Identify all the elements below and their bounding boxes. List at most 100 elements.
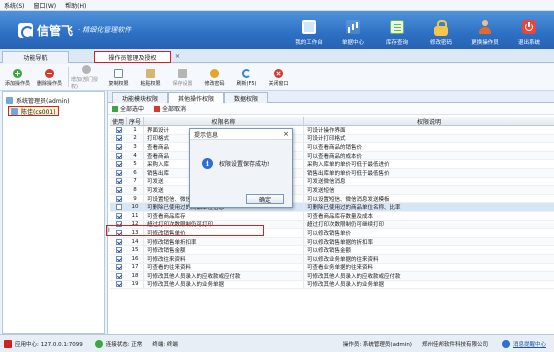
table-row[interactable]: 2 打印格式 可设计打印格式 — [110, 134, 554, 144]
table-row[interactable]: 9 可设置短信、微信消息发送模板 可以设置短信、微信消息发送模板 — [110, 194, 554, 204]
use-checkbox[interactable] — [115, 195, 122, 202]
use-cell[interactable] — [110, 143, 127, 151]
column-header[interactable]: 序号 — [127, 117, 144, 126]
use-checkbox[interactable] — [115, 264, 122, 271]
table-row[interactable]: 4 查看商品 可以查看商品的成本价 — [110, 151, 554, 161]
ok-button[interactable]: 确定 — [246, 194, 284, 204]
brand-name: 信管飞 — [37, 23, 74, 38]
use-checkbox[interactable] — [115, 186, 122, 193]
close-window-button[interactable]: 关闭窗口 — [263, 64, 294, 91]
nav-change-password[interactable]: 修改密码 — [419, 11, 463, 49]
use-checkbox[interactable] — [115, 272, 122, 279]
nav-bill-center[interactable]: 单据中心 — [331, 11, 375, 49]
use-checkbox[interactable] — [115, 178, 122, 185]
tree-item-chenjia[interactable]: 陈佳(cs001) — [8, 106, 59, 116]
table-row[interactable]: 16 可修改往来资料 可以修改业务单据的往来资料 — [110, 254, 554, 264]
refresh-button[interactable]: 刷新(F5) — [231, 64, 262, 91]
use-cell[interactable] — [110, 281, 127, 289]
table-row[interactable]: 11 可查看商品库存 可查看商品库存数量及成本 — [110, 211, 554, 221]
message-center-link[interactable]: 消息提醒中心 — [501, 339, 546, 348]
use-cell[interactable] — [110, 169, 127, 177]
use-cell[interactable] — [110, 255, 127, 263]
use-checkbox[interactable] — [115, 255, 122, 262]
close-icon[interactable]: × — [283, 130, 289, 138]
change-password-button[interactable]: 修改密码 — [199, 64, 230, 91]
use-cell[interactable] — [110, 238, 127, 246]
table-row[interactable]: 13 可修改销售单价 可以修改销售单价 — [110, 229, 554, 238]
use-cell[interactable] — [110, 229, 127, 237]
paste-permission-button[interactable]: 粘贴权限 — [135, 64, 166, 91]
tab-data-permission[interactable]: 数据权限 — [224, 92, 268, 103]
nav-workbench[interactable]: 我的工作台 — [287, 11, 331, 49]
use-checkbox[interactable] — [115, 126, 122, 133]
nav-exit[interactable]: 退出系统 — [507, 11, 551, 49]
column-header[interactable]: 使用 — [110, 117, 127, 126]
use-checkbox[interactable] — [115, 229, 122, 236]
use-cell[interactable] — [110, 246, 127, 254]
use-checkbox[interactable] — [115, 221, 122, 228]
close-tab-icon[interactable]: × — [175, 53, 180, 60]
use-checkbox[interactable] — [115, 152, 122, 159]
tree-item-admin[interactable]: 系统管理员(admin) — [6, 95, 69, 105]
delete-operator-button[interactable]: 删除操作员 — [34, 64, 65, 91]
use-cell[interactable] — [110, 135, 127, 143]
dialog-body: i 权限设置保存成功! — [190, 140, 292, 169]
table-row[interactable]: 1 界面设计 可设计操作界面 — [110, 126, 554, 135]
tab-operator-management[interactable]: 操作员管理及授权 × — [94, 51, 180, 63]
use-checkbox[interactable] — [115, 143, 122, 150]
table-row[interactable]: 8 可发送 可发送短信 — [110, 186, 554, 195]
tab-label: 操作员管理及授权 — [108, 54, 157, 62]
use-cell[interactable] — [110, 195, 127, 203]
deselect-all-button[interactable]: 全部取消 — [154, 104, 186, 113]
logo-mark-icon — [18, 22, 34, 39]
use-checkbox[interactable] — [115, 212, 122, 219]
table-row[interactable]: 18 可修改其他人员录入的应收款或应付款 可修改其他人员录入的应收款或应付款 — [110, 272, 554, 281]
use-cell[interactable] — [110, 126, 127, 134]
column-header[interactable]: 权限名称 — [144, 117, 304, 126]
use-cell[interactable] — [110, 160, 127, 168]
menu-window[interactable]: 窗口(W) — [34, 1, 57, 10]
use-cell[interactable] — [110, 152, 127, 160]
nav-stock-query[interactable]: 库存查询 — [375, 11, 419, 49]
index-cell: 17 — [127, 263, 144, 272]
select-all-button[interactable]: 全部选中 — [112, 104, 144, 113]
use-checkbox[interactable] — [115, 281, 122, 288]
copy-permission-button[interactable]: 复制权限 — [103, 64, 134, 91]
index-cell: 7 — [127, 177, 144, 186]
use-checkbox[interactable] — [115, 247, 122, 254]
paste-icon — [146, 68, 155, 78]
use-cell[interactable] — [110, 272, 127, 280]
nav-switch-operator[interactable]: 更换操作员 — [463, 11, 507, 49]
use-cell[interactable] — [110, 203, 127, 211]
use-cell[interactable] — [110, 264, 127, 272]
table-row[interactable]: 10 可删除已使用过的商品单位信息 可删除已使用过的商品单位名称、比率 — [110, 203, 554, 212]
use-checkbox[interactable] — [115, 161, 122, 168]
tab-function-nav[interactable]: 功能导航 — [2, 51, 69, 63]
use-cell[interactable] — [110, 178, 127, 186]
menu-system[interactable]: 系统(S) — [4, 1, 25, 10]
permission-desc-cell: 可删除已使用过的商品单位名称、比率 — [307, 205, 401, 211]
table-row[interactable]: 15 可修改销售金额 可以修改销售金额 — [110, 246, 554, 255]
table-row[interactable]: 17 可查看的往来资料 可查看业务单据的往来资料 — [110, 263, 554, 273]
table-row[interactable]: 7 可发送 可发送微信消息 — [110, 177, 554, 187]
table-row[interactable]: 19 可修改其他人员录入的业务单据 可修改其他人员录入的业务单据 — [110, 280, 554, 290]
table-row[interactable]: 5 采购入库 采购入库单的单价可低于最低进价 — [110, 160, 554, 169]
table-row[interactable]: 14 可修改销售单折扣率 可以修改销售单据的折扣率 — [110, 237, 554, 247]
use-checkbox[interactable] — [115, 238, 122, 245]
use-checkbox[interactable] — [115, 204, 122, 211]
column-header[interactable]: 权限说明 — [304, 117, 554, 126]
menu-help[interactable]: 帮助(H) — [65, 1, 86, 10]
table-row[interactable]: 6 销售出库 销售出库单的单价可低于最低售价 — [110, 168, 554, 178]
use-cell[interactable] — [110, 186, 127, 194]
department-auth-button[interactable]: 增加(部门授权) — [71, 64, 102, 91]
save-settings-button[interactable]: 保存设置 — [167, 64, 198, 91]
use-cell[interactable] — [110, 212, 127, 220]
use-cell[interactable] — [110, 221, 127, 229]
table-row[interactable]: 12 超过打印次数限制仍可打印 超过打印次数限制仍可继续打印 — [110, 220, 554, 230]
add-operator-button[interactable]: 添加操作员 — [2, 64, 33, 91]
table-row[interactable]: 3 查看商品 可以查看商品的销售价 — [110, 143, 554, 152]
use-checkbox[interactable] — [115, 169, 122, 176]
tab-module-permission[interactable]: 功能模块权限 — [112, 92, 168, 103]
permission-name-cell: 可修改销售金额 — [144, 246, 304, 254]
use-checkbox[interactable] — [115, 135, 122, 142]
